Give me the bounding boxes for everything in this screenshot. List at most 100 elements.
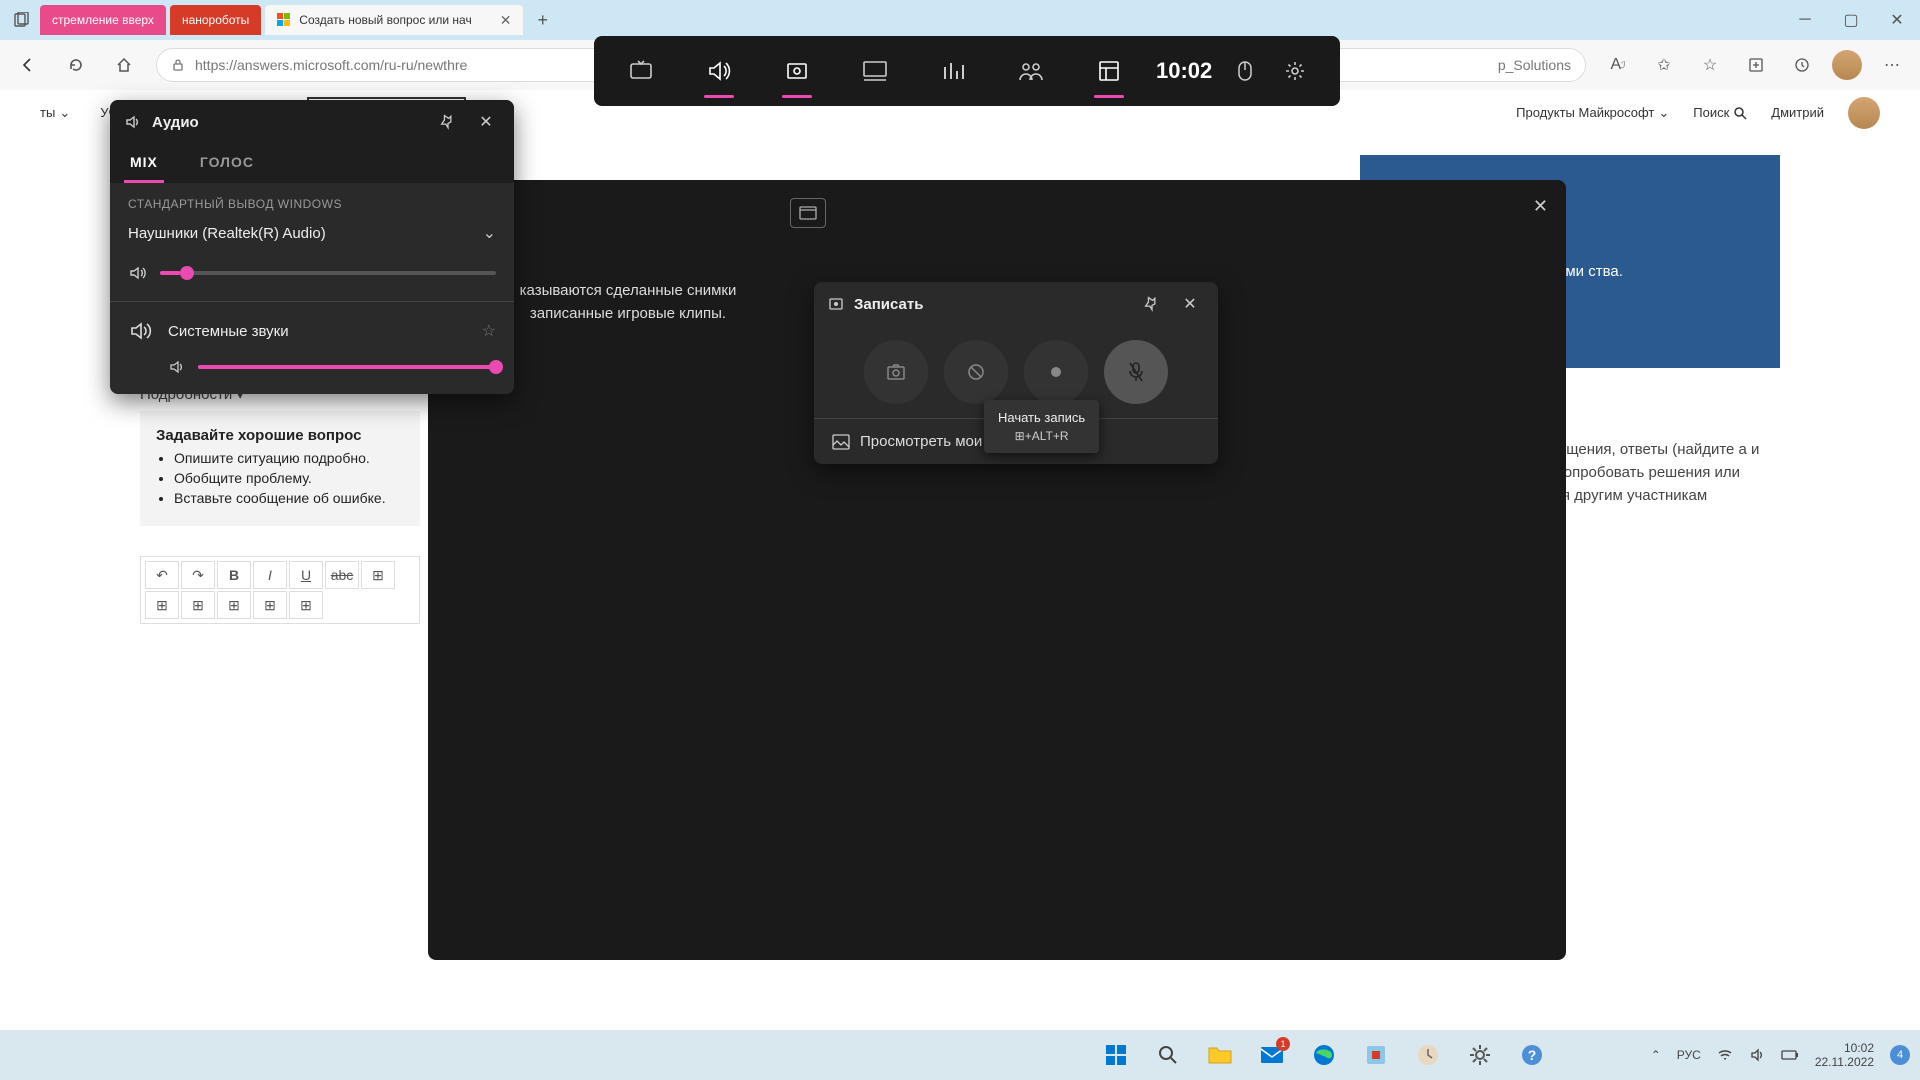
wifi-icon[interactable] <box>1717 1047 1733 1063</box>
read-aloud-button[interactable]: Aℐ <box>1602 49 1634 81</box>
tray-date[interactable]: 22.11.2022 <box>1815 1055 1874 1069</box>
ms-icon <box>277 13 291 27</box>
device-volume-slider[interactable] <box>160 271 496 275</box>
app2-button[interactable] <box>1406 1035 1450 1075</box>
table-button[interactable]: ⊞ <box>361 561 395 589</box>
gb-widget-icon[interactable] <box>1070 36 1148 106</box>
close-audio-icon[interactable]: ✕ <box>472 108 500 136</box>
notification-badge[interactable]: 4 <box>1890 1045 1910 1065</box>
favorites-button[interactable]: ☆ <box>1694 49 1726 81</box>
search-link[interactable]: Поиск <box>1693 105 1747 120</box>
start-button[interactable] <box>1094 1035 1138 1075</box>
taskbar: 1 ? ⌃ РУС 10:02 22.11.2022 4 <box>0 1030 1920 1080</box>
mic-toggle-button[interactable] <box>1104 340 1168 404</box>
volume-icon <box>168 358 186 376</box>
screenshot-button[interactable] <box>864 340 928 404</box>
explorer-button[interactable] <box>1198 1035 1242 1075</box>
table6-button[interactable]: ⊞ <box>289 591 323 619</box>
tab-voice[interactable]: ГОЛОС <box>194 144 260 183</box>
header-link-1[interactable]: ты ⌄ <box>40 105 70 121</box>
user-avatar[interactable] <box>1848 97 1880 129</box>
audio-panel-title: Аудио <box>152 114 424 131</box>
close-window-button[interactable]: ✕ <box>1874 0 1920 40</box>
speaker-icon <box>124 113 142 131</box>
chevron-down-icon[interactable]: ⌄ <box>483 223 496 243</box>
search-taskbar-button[interactable] <box>1146 1035 1190 1075</box>
minimize-button[interactable]: ─ <box>1782 0 1828 40</box>
italic-button[interactable]: I <box>253 561 287 589</box>
tab-mix[interactable]: MIX <box>124 144 164 183</box>
gb-xbox-icon[interactable] <box>602 36 680 106</box>
table2-button[interactable]: ⊞ <box>145 591 179 619</box>
username[interactable]: Дмитрий <box>1771 105 1824 120</box>
gb-social-icon[interactable] <box>992 36 1070 106</box>
home-button[interactable] <box>108 49 140 81</box>
tab-label: нанороботы <box>182 13 249 27</box>
maximize-button[interactable]: ▢ <box>1828 0 1874 40</box>
undo-button[interactable]: ↶ <box>145 561 179 589</box>
search-icon <box>1733 106 1747 120</box>
window-icon[interactable] <box>790 198 826 228</box>
more-button[interactable]: ⋯ <box>1876 49 1908 81</box>
tab-actions-button[interactable] <box>8 6 36 34</box>
star-button[interactable]: ✩ <box>1648 49 1680 81</box>
back-button[interactable] <box>12 49 44 81</box>
tooltip-shortcut: ⊞+ALT+R <box>998 429 1085 443</box>
collections-button[interactable] <box>1740 49 1772 81</box>
overlay-close-icon[interactable]: ✕ <box>1533 196 1548 217</box>
redo-button[interactable]: ↷ <box>181 561 215 589</box>
strike-button[interactable]: abc <box>325 561 359 589</box>
tip-item: Обобщите проблему. <box>174 470 404 486</box>
star-icon[interactable]: ☆ <box>482 321 496 341</box>
tips-title: Задавайте хорошие вопрос <box>156 427 404 444</box>
audio-section-label: СТАНДАРТНЫЙ ВЫВОД WINDOWS <box>110 183 514 217</box>
system-volume-slider[interactable] <box>198 365 496 369</box>
tab-label: Создать новый вопрос или нач <box>299 13 471 27</box>
help-button[interactable]: ? <box>1510 1035 1554 1075</box>
url-text: https://answers.microsoft.com/ru-ru/newt… <box>195 57 467 73</box>
close-record-icon[interactable]: ✕ <box>1176 290 1204 318</box>
table5-button[interactable]: ⊞ <box>253 591 287 619</box>
gb-settings-icon[interactable] <box>1270 36 1320 106</box>
history-button[interactable] <box>1786 49 1818 81</box>
gb-mouse-icon[interactable] <box>1220 36 1270 106</box>
tab-2[interactable]: нанороботы <box>170 5 261 35</box>
start-record-button[interactable] <box>1024 340 1088 404</box>
table4-button[interactable]: ⊞ <box>217 591 251 619</box>
audio-device-name: Наушники (Realtek(R) Audio) <box>128 225 326 242</box>
volume-icon <box>128 263 148 283</box>
underline-button[interactable]: U <box>289 561 323 589</box>
tips-box: Задавайте хорошие вопрос Опишите ситуаци… <box>140 411 420 526</box>
table3-button[interactable]: ⊞ <box>181 591 215 619</box>
record-panel-title: Записать <box>854 296 1128 313</box>
editor-toolbar: ↶ ↷ B I U abc ⊞ ⊞ ⊞ ⊞ ⊞ ⊞ <box>140 556 420 624</box>
edge-button[interactable] <box>1302 1035 1346 1075</box>
tray-time[interactable]: 10:02 <box>1815 1041 1874 1055</box>
settings-taskbar-button[interactable] <box>1458 1035 1502 1075</box>
gb-audio-icon[interactable] <box>680 36 758 106</box>
new-tab-button[interactable]: + <box>527 10 558 31</box>
system-sound-icon <box>128 318 154 344</box>
tray-chevron-icon[interactable]: ⌃ <box>1651 1048 1661 1062</box>
battery-icon[interactable] <box>1781 1048 1799 1062</box>
audio-panel: Аудио ✕ MIX ГОЛОС СТАНДАРТНЫЙ ВЫВОД WIND… <box>110 100 514 394</box>
gb-performance-icon[interactable] <box>836 36 914 106</box>
tip-item: Опишите ситуацию подробно. <box>174 450 404 466</box>
tab-1[interactable]: стремление вверх <box>40 5 166 35</box>
pin-icon[interactable] <box>434 108 462 136</box>
products-link[interactable]: Продукты Майкрософт ⌄ <box>1516 105 1669 121</box>
gb-capture-icon[interactable] <box>758 36 836 106</box>
gb-resources-icon[interactable] <box>914 36 992 106</box>
tab-close-icon[interactable]: ✕ <box>500 12 512 29</box>
sound-tray-icon[interactable] <box>1749 1047 1765 1063</box>
profile-avatar[interactable] <box>1832 50 1862 80</box>
gb-clock: 10:02 <box>1148 58 1220 84</box>
bold-button[interactable]: B <box>217 561 251 589</box>
last30-button[interactable] <box>944 340 1008 404</box>
refresh-button[interactable] <box>60 49 92 81</box>
tab-active[interactable]: Создать новый вопрос или нач ✕ <box>265 5 523 35</box>
app1-button[interactable] <box>1354 1035 1398 1075</box>
pin-record-icon[interactable] <box>1138 290 1166 318</box>
mail-button[interactable]: 1 <box>1250 1035 1294 1075</box>
lang-indicator[interactable]: РУС <box>1677 1048 1701 1062</box>
